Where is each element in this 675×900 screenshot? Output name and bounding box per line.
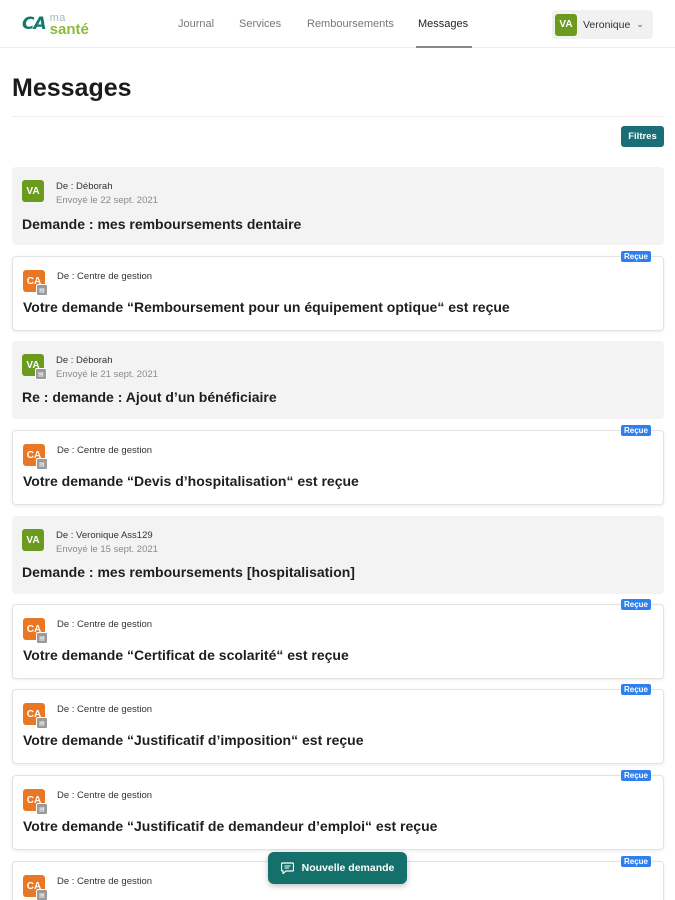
message-sender: De : Déborah — [56, 355, 113, 366]
new-request-label: Nouvelle demande — [301, 862, 395, 874]
status-badge: Reçue — [620, 425, 651, 436]
message-date: Envoyé le 15 sept. 2021 — [56, 544, 158, 555]
message-sender: De : Centre de gestion — [57, 704, 153, 715]
logo-sante: santé — [49, 20, 89, 38]
document-badge-icon: ▤ — [36, 632, 48, 644]
document-badge-icon: ▤ — [36, 803, 48, 815]
message-card[interactable]: CA ▤ De : Centre de gestion Votre demande “… — [12, 684, 664, 764]
message-meta: De : Centre de gestion — [57, 618, 152, 632]
message-date: Envoyé le 21 sept. 2021 — [56, 369, 158, 380]
message-sender: De : Veronique Ass129 — [56, 530, 153, 541]
sender-avatar: VA — [22, 529, 44, 551]
status-badge: Reçue — [620, 684, 651, 695]
message-card[interactable]: VA De : Veronique Ass129 Envoyé le 15 sept… — [12, 516, 664, 594]
filter-button[interactable]: Filtres — [621, 126, 664, 147]
message-sender: De : Centre de gestion — [57, 619, 153, 630]
message-subject: Demande : mes remboursements dentaire — [22, 216, 302, 232]
message-card[interactable]: CA ▤ De : Centre de gestion Votre demande “… — [12, 770, 664, 850]
title-divider — [12, 116, 663, 117]
status-badge: Reçue — [620, 770, 651, 781]
sender-avatar: VA — [22, 180, 44, 202]
new-request-button[interactable]: Nouvelle demande — [268, 852, 407, 884]
status-badge: Reçue — [620, 856, 651, 867]
document-badge-icon: ▤ — [36, 889, 48, 900]
message-subject: Votre demande “Justificatif d’imposition… — [23, 732, 364, 748]
message-meta: De : Déborah Envoyé le 22 sept. 2021 — [56, 180, 158, 208]
message-card[interactable]: VA ▤ De : Déborah Envoyé le 21 sept. 2021 Re… — [12, 341, 664, 419]
message-subject: Demande : mes remboursements [hospitalis… — [22, 564, 355, 580]
message-sender: De : Centre de gestion — [57, 876, 153, 887]
status-badge: Reçue — [620, 251, 651, 262]
message-date: Envoyé le 22 sept. 2021 — [56, 195, 158, 206]
message-meta: De : Centre de gestion — [57, 789, 152, 803]
nav-remboursements[interactable]: Remboursements — [307, 0, 394, 48]
message-sender: De : Déborah — [56, 181, 113, 192]
message-subject: Votre demande “Certificat de scolarité“ … — [23, 647, 349, 663]
message-meta: De : Veronique Ass129 Envoyé le 15 sept. … — [56, 529, 158, 557]
message-card[interactable]: CA ▤ De : Centre de gestion Votre demande “… — [12, 599, 664, 679]
status-badge: Reçue — [620, 599, 651, 610]
user-menu[interactable]: VA Veronique ⌄ — [552, 10, 653, 39]
document-badge-icon: ▤ — [35, 368, 47, 380]
chat-bubble-icon — [280, 862, 294, 874]
nav-journal[interactable]: Journal — [178, 0, 214, 48]
message-sender: De : Centre de gestion — [57, 271, 153, 282]
message-meta: De : Centre de gestion — [57, 270, 152, 284]
message-card[interactable]: CA ▤ De : Centre de gestion Votre demande “… — [12, 251, 664, 331]
top-header: CA ma santé Journal Services Rembourseme… — [0, 0, 675, 48]
message-subject: Votre demande “Devis d’hospitalisation“ … — [23, 473, 359, 489]
message-subject: Re : demande : Ajout d’un bénéficiaire — [22, 389, 277, 405]
message-meta: De : Déborah Envoyé le 21 sept. 2021 — [56, 354, 158, 382]
chevron-down-icon: ⌄ — [636, 19, 644, 29]
message-meta: De : Centre de gestion — [57, 703, 152, 717]
app-logo[interactable]: CA ma santé — [22, 0, 142, 48]
message-subject: Votre demande “Justificatif de demandeur… — [23, 818, 438, 834]
document-badge-icon: ▤ — [36, 717, 48, 729]
nav-services[interactable]: Services — [239, 0, 281, 48]
document-badge-icon: ▤ — [36, 284, 48, 296]
message-subject: Votre demande “Remboursement pour un équ… — [23, 299, 510, 315]
user-avatar: VA — [555, 13, 577, 36]
message-meta: De : Centre de gestion — [57, 875, 152, 889]
message-sender: De : Centre de gestion — [57, 790, 153, 801]
logo-ca-mark: CA — [22, 13, 47, 34]
message-card[interactable]: VA De : Déborah Envoyé le 22 sept. 2021 Dem… — [12, 167, 664, 245]
message-meta: De : Centre de gestion — [57, 444, 152, 458]
nav-messages[interactable]: Messages — [415, 0, 473, 48]
user-name: Veronique — [583, 18, 631, 31]
message-sender: De : Centre de gestion — [57, 445, 153, 456]
message-card[interactable]: CA ▤ De : Centre de gestion Votre demande “… — [12, 425, 664, 505]
document-badge-icon: ▤ — [36, 458, 48, 470]
page-title: Messages — [12, 74, 132, 102]
